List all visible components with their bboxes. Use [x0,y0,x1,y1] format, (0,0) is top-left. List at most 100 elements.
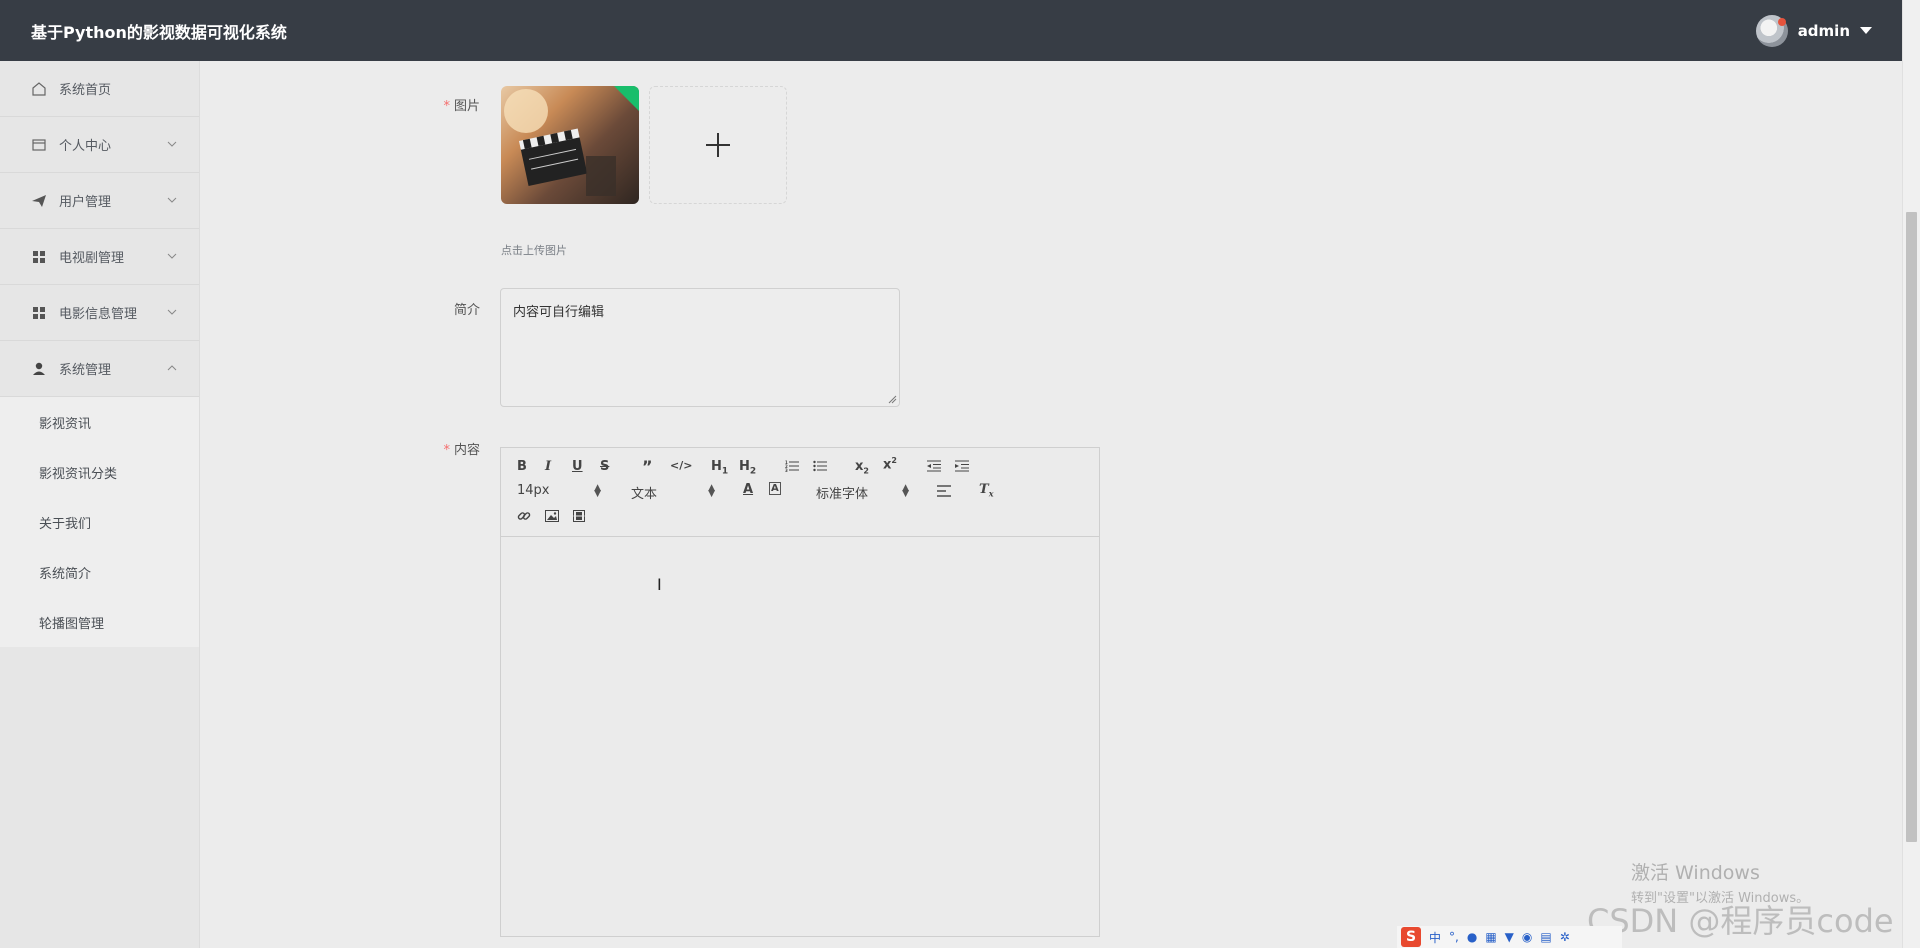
upload-hint: 点击上传图片 [501,244,567,257]
settings-icon[interactable]: ✲ [1560,930,1570,944]
sidebar-item-label: 个人中心 [59,139,112,154]
sidebar: 系统首页 个人中心 用户管理 电视剧管理 电影信息管理 系统管理 影视资讯 影视… [0,61,200,948]
sidebar-item-label: 系统管理 [59,363,112,378]
user-menu[interactable]: admin [1755,14,1872,47]
grid-icon [31,305,47,321]
link-icon[interactable] [517,509,531,523]
font-color-button[interactable]: A [743,482,753,497]
sogou-logo-icon: S [1401,927,1421,947]
punctuation-icon[interactable]: °, [1449,930,1459,944]
clean-format-button[interactable]: Tx [979,482,993,499]
image-label-text: 图片 [453,99,480,114]
plus-icon [706,133,730,157]
submenu-item-news[interactable]: 影视资讯 [0,397,199,447]
system-submenu: 影视资讯 影视资讯分类 关于我们 系统简介 轮播图管理 [0,397,199,647]
watermark-line1: 激活 Windows [1631,862,1760,884]
home-icon [31,81,47,97]
ime-toolbar[interactable]: S 中 °, ● ▦ ▼ ◉ ▤ ✲ [1397,926,1622,948]
apps-icon[interactable]: ▤ [1540,930,1551,944]
sidebar-item-users[interactable]: 用户管理 [0,173,199,229]
background-color-button[interactable]: A [769,482,781,495]
sidebar-item-tv[interactable]: 电视剧管理 [0,229,199,285]
submenu-item-carousel[interactable]: 轮播图管理 [0,597,199,647]
image-icon[interactable] [545,510,559,522]
select-arrows-icon: ▲ ▼ [708,483,715,499]
ordered-list-icon[interactable]: 123 [785,460,799,472]
app-title: 基于Python的影视数据可视化系统 [31,22,287,42]
chevron-down-icon [167,253,177,259]
chevron-down-icon [167,197,177,203]
image-field-label: * 图片 [400,95,480,114]
username[interactable]: admin [1798,22,1850,40]
intro-text: 内容可自行编辑 [513,305,605,320]
send-icon [31,193,47,209]
avatar[interactable] [1755,14,1788,47]
scrollbar-thumb[interactable] [1906,212,1917,842]
shirt-icon[interactable]: ▼ [1505,930,1514,944]
ime-mode[interactable]: 中 [1429,929,1441,946]
sidebar-item-label: 电视剧管理 [59,251,125,266]
top-header: 基于Python的影视数据可视化系统 admin [0,0,1902,61]
required-mark: * [443,99,450,114]
bold-button[interactable]: B [517,459,527,474]
content-field-label: * 内容 [400,439,480,458]
card-icon [31,137,47,153]
clapperboard-photo [504,89,616,196]
select-arrows-icon: ▲ ▼ [594,483,601,499]
bullet-list-icon[interactable] [813,460,827,472]
sidebar-item-profile[interactable]: 个人中心 [0,117,199,173]
intro-field-label: 简介 [453,303,480,318]
svg-text:3: 3 [785,468,788,472]
superscript-button[interactable]: x2 [883,456,897,472]
h2-button[interactable]: H2 [739,459,756,477]
sidebar-item-label: 用户管理 [59,195,112,210]
select-arrows-icon: ▲ ▼ [902,483,909,499]
user-icon [31,361,47,377]
keyboard-icon[interactable]: ▦ [1485,930,1496,944]
code-block-button[interactable]: </> [670,459,692,472]
header-select[interactable]: 文本 ▲ ▼ [631,483,715,503]
sidebar-item-label: 电影信息管理 [59,307,138,322]
bot-icon[interactable]: ◉ [1522,930,1532,944]
intro-textarea[interactable]: 内容可自行编辑 [500,288,900,407]
submenu-item-about[interactable]: 关于我们 [0,497,199,547]
editor-content-area[interactable]: I [501,537,1099,935]
align-left-icon[interactable] [937,485,951,497]
main-content: * 图片 点击上传图片 简介 内容可自行编辑 * 内容 B I U S ” </… [200,61,1902,948]
sidebar-item-system[interactable]: 系统管理 [0,341,199,397]
resize-grip-icon[interactable] [888,395,897,404]
sidebar-item-label: 系统首页 [59,83,112,98]
rich-text-editor: B I U S ” </> H1 H2 123 x2 x2 14px ▲ ▼ 文本… [500,447,1100,937]
grid-icon [31,249,47,265]
sidebar-item-movies[interactable]: 电影信息管理 [0,285,199,341]
subscript-button[interactable]: x2 [855,459,869,476]
italic-button[interactable]: I [545,459,551,474]
font-size-value: 14px [517,483,550,498]
uploaded-image-thumbnail[interactable] [501,86,639,204]
blockquote-button[interactable]: ” [642,457,653,476]
h1-button[interactable]: H1 [711,459,728,477]
editor-toolbar: B I U S ” </> H1 H2 123 x2 x2 14px ▲ ▼ 文本… [501,448,1099,537]
submenu-item-system-intro[interactable]: 系统简介 [0,547,199,597]
chevron-up-icon [167,365,177,371]
upload-button[interactable] [649,86,787,204]
font-size-select[interactable]: 14px ▲ ▼ [517,483,601,499]
chevron-down-icon [167,141,177,147]
caret-down-icon[interactable] [1860,27,1872,34]
strike-button[interactable]: S [600,459,609,474]
header-select-value: 文本 [631,487,658,502]
sidebar-item-home[interactable]: 系统首页 [0,61,199,117]
text-cursor-icon: I [657,575,662,594]
video-icon[interactable] [573,510,585,522]
submenu-item-news-category[interactable]: 影视资讯分类 [0,447,199,497]
underline-button[interactable]: U [572,459,583,474]
microphone-icon[interactable]: ● [1467,930,1477,944]
csdn-watermark: CSDN @程序员code [1587,902,1894,940]
content-label-text: 内容 [453,443,480,458]
required-mark: * [443,443,450,458]
indent-icon[interactable] [955,460,969,472]
chevron-down-icon [167,309,177,315]
font-family-select[interactable]: 标准字体 ▲ ▼ [816,483,909,503]
outdent-icon[interactable] [927,460,941,472]
font-family-value: 标准字体 [816,487,869,502]
